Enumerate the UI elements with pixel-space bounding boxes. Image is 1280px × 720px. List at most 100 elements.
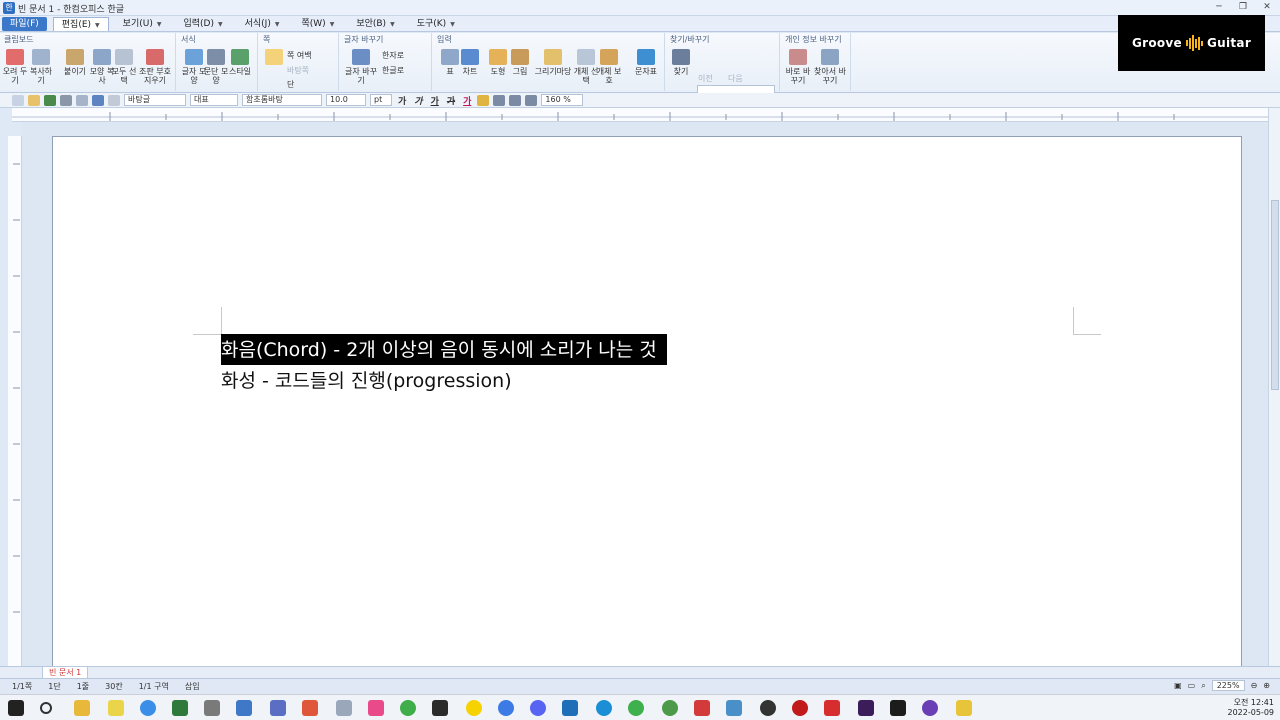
document-page[interactable]: 화음(Chord) - 2개 이상의 음이 동시에 소리가 나는 것 화성 - …: [52, 136, 1242, 666]
app-icon-gray[interactable]: [336, 700, 352, 716]
italic-button[interactable]: 가: [412, 94, 424, 107]
page-margin-button[interactable]: 쪽 여백: [287, 50, 312, 61]
copy-button[interactable]: 복사하기: [28, 49, 54, 85]
minimize-icon[interactable]: ─: [1212, 1, 1226, 13]
line-spacing-input[interactable]: 160 %: [541, 94, 584, 106]
paste-button[interactable]: 붙이기: [62, 49, 88, 76]
select-all-button[interactable]: 모두 선택: [111, 49, 137, 85]
app-icon-green[interactable]: [628, 700, 644, 716]
vertical-scrollbar[interactable]: [1268, 108, 1280, 666]
page-setup-button[interactable]: [261, 49, 287, 67]
symbol-button[interactable]: 문자표: [633, 49, 659, 76]
master-page-button[interactable]: 바탕쪽: [287, 65, 309, 76]
discord-icon[interactable]: [530, 700, 546, 716]
justify-icon[interactable]: [477, 94, 490, 106]
premiere-icon[interactable]: [858, 700, 874, 716]
windows-start-icon[interactable]: [8, 700, 24, 716]
app-icon-blue[interactable]: [270, 700, 286, 716]
columns-button[interactable]: 단: [287, 79, 294, 90]
char-convert-button[interactable]: 글자 바꾸기: [344, 49, 378, 85]
menu-security[interactable]: 보안(B) ▼: [348, 17, 402, 31]
record-icon[interactable]: [792, 700, 808, 716]
style-button[interactable]: 스타일: [227, 49, 253, 76]
undo-icon[interactable]: [92, 94, 104, 106]
replace-now-button[interactable]: 바로 바꾸기: [785, 49, 811, 85]
menu-view[interactable]: 보기(U) ▼: [115, 17, 170, 31]
para-shape-button[interactable]: 문단 모양: [203, 49, 229, 85]
search-icon[interactable]: [40, 702, 52, 714]
menu-format[interactable]: 서식(J) ▼: [237, 17, 288, 31]
cut-button[interactable]: 오려 두기: [2, 49, 28, 85]
taskbar-clock[interactable]: 오전 12:41 2022-05-09: [1228, 698, 1275, 718]
font-color-button[interactable]: 가: [461, 94, 473, 107]
app-icon-purple[interactable]: [922, 700, 938, 716]
stock-app-icon[interactable]: [172, 700, 188, 716]
view-layout-icon[interactable]: ▣: [1174, 681, 1182, 690]
horizontal-ruler[interactable]: [12, 108, 1268, 122]
font-select[interactable]: 함초롬바탕: [242, 94, 322, 106]
clipart-button[interactable]: 그리기마당: [531, 49, 575, 76]
menu-tools[interactable]: 도구(K) ▼: [409, 17, 463, 31]
teamviewer-icon[interactable]: [596, 700, 612, 716]
open-folder-icon[interactable]: [28, 94, 40, 106]
app-icon-dark[interactable]: [760, 700, 776, 716]
app-icon-navy[interactable]: [562, 700, 578, 716]
menu-page[interactable]: 쪽(W) ▼: [293, 17, 342, 31]
sticky-notes-icon[interactable]: [956, 700, 972, 716]
font-size-input[interactable]: 10.0: [326, 94, 366, 106]
align-center-icon[interactable]: [509, 94, 522, 106]
maps-icon[interactable]: [498, 700, 514, 716]
kakaotalk-icon[interactable]: [466, 700, 482, 716]
find-prev-button[interactable]: 이전: [698, 73, 713, 84]
utorrent-icon[interactable]: [400, 700, 416, 716]
app-icon-red[interactable]: [302, 700, 318, 716]
zoom-out-icon[interactable]: ⊖: [1251, 681, 1258, 690]
chrome-icon[interactable]: [140, 700, 156, 716]
strike-button[interactable]: 가: [445, 94, 457, 107]
app-icon-black[interactable]: [890, 700, 906, 716]
find-button[interactable]: 찾기: [668, 49, 694, 76]
xbox-icon[interactable]: [662, 700, 678, 716]
hwp-taskbar-icon[interactable]: [236, 700, 252, 716]
app-icon-pink[interactable]: [368, 700, 384, 716]
find-replace-button[interactable]: 찾아서 바꾸기: [813, 49, 847, 85]
save-icon[interactable]: [44, 94, 56, 106]
to-hanja-button[interactable]: 한자로: [382, 50, 404, 61]
bold-button[interactable]: 가: [396, 94, 408, 107]
language-select[interactable]: 대표: [190, 94, 238, 106]
close-icon[interactable]: ✕: [1260, 1, 1274, 13]
new-doc-icon[interactable]: [12, 94, 24, 106]
zoom-select[interactable]: 225%: [1211, 680, 1245, 691]
redo-icon[interactable]: [108, 94, 120, 106]
scrollbar-thumb[interactable]: [1271, 200, 1279, 390]
clear-codes-button[interactable]: 조판 부호 지우기: [136, 49, 174, 85]
menu-edit[interactable]: 편집(E) ▼: [52, 16, 109, 31]
app-icon-red-arrow[interactable]: [694, 700, 710, 716]
preview-icon[interactable]: [76, 94, 88, 106]
selected-text-line[interactable]: 화음(Chord) - 2개 이상의 음이 동시에 소리가 나는 것: [221, 334, 667, 365]
app-icon-gear[interactable]: [726, 700, 742, 716]
align-left-icon[interactable]: [493, 94, 506, 106]
style-select[interactable]: 바탕글: [124, 94, 186, 106]
ableton-live-icon[interactable]: [432, 700, 448, 716]
object-protect-button[interactable]: 개체 보호: [596, 49, 622, 85]
settings-app-icon[interactable]: [204, 700, 220, 716]
menu-insert[interactable]: 입력(D) ▼: [175, 17, 230, 31]
print-icon[interactable]: [60, 94, 72, 106]
menu-file[interactable]: 파일(F): [2, 16, 47, 31]
file-explorer-icon[interactable]: [74, 700, 90, 716]
find-next-button[interactable]: 다음: [728, 73, 743, 84]
to-hangul-button[interactable]: 한글로: [382, 65, 404, 76]
download-icon[interactable]: [824, 700, 840, 716]
text-line[interactable]: 화성 - 코드들의 진행(progression): [221, 366, 512, 393]
zoom-in-icon[interactable]: ⊕: [1263, 681, 1270, 690]
maximize-icon[interactable]: ❐: [1236, 1, 1250, 13]
underline-button[interactable]: 가: [429, 94, 441, 107]
chart-button[interactable]: 차트: [457, 49, 483, 76]
app-icon-yellow[interactable]: [108, 700, 124, 716]
view-page-icon[interactable]: ▭: [1188, 681, 1196, 690]
vertical-ruler[interactable]: [8, 136, 22, 666]
font-unit-select[interactable]: pt: [370, 94, 392, 106]
align-right-icon[interactable]: [525, 94, 538, 106]
picture-button[interactable]: 그림: [507, 49, 533, 76]
